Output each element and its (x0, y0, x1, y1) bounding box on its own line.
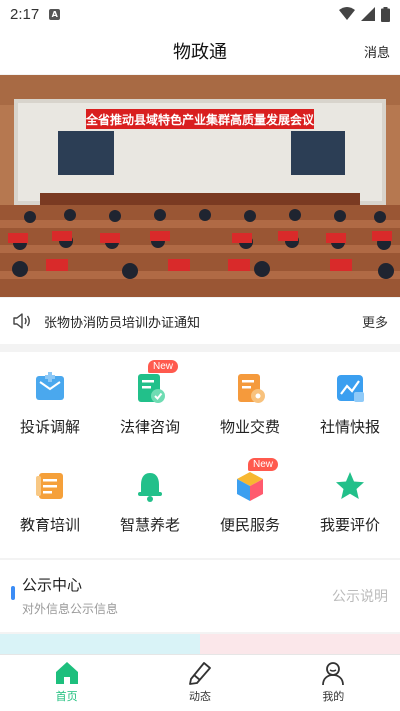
service-label: 法律咨询 (119, 418, 180, 436)
section-marker (11, 586, 15, 600)
card-teaser-right[interactable] (200, 634, 400, 654)
pen-icon (189, 662, 211, 685)
service-grid: 投诉调解 New 法律咨询 物业交费 社情快报 教育培训 智慧养老 New 便民… (0, 352, 400, 558)
service-label: 智慧养老 (119, 516, 180, 534)
service-complaint[interactable]: 投诉调解 (0, 352, 100, 448)
card-teaser-left[interactable] (0, 634, 200, 654)
service-convenience[interactable]: New 便民服务 (200, 450, 300, 546)
star-icon (332, 468, 368, 504)
messages-button[interactable]: 消息 (364, 42, 390, 61)
service-label: 我要评价 (319, 516, 380, 534)
bottom-tab-bar: 首页 动态 我的 (0, 654, 400, 711)
notice-more-link[interactable]: 更多 (362, 312, 388, 331)
banner-headline: 全省推动县域特色产业集群高质量发展会议 (85, 112, 315, 127)
cube-icon: New (232, 458, 279, 504)
section-subtitle: 对外信息公示信息 (22, 602, 119, 616)
banner-carousel[interactable]: 全省推动县域特色产业集群高质量发展会议 (0, 75, 400, 297)
notice-text[interactable]: 张物协消防员培训办证通知 (44, 312, 362, 331)
tab-label: 我的 (322, 690, 345, 703)
battery-icon (381, 6, 390, 22)
service-label: 投诉调解 (19, 418, 80, 436)
service-legal[interactable]: New 法律咨询 (100, 352, 200, 448)
service-label: 物业交费 (219, 418, 280, 436)
service-elderly[interactable]: 智慧养老 (100, 450, 200, 546)
public-notice-section[interactable]: 公示中心 对外信息公示信息 公示说明 (0, 560, 400, 632)
tab-home[interactable]: 首页 (0, 655, 133, 711)
tab-profile[interactable]: 我的 (267, 655, 400, 711)
education-icon (32, 468, 68, 504)
notice-explanation-link[interactable]: 公示说明 (332, 586, 388, 606)
report-icon (332, 370, 368, 406)
home-icon (55, 662, 78, 684)
tab-label: 首页 (55, 690, 78, 703)
page-title: 物政通 (173, 42, 227, 63)
tab-news[interactable]: 动态 (133, 655, 266, 711)
notification-icon: A (49, 8, 61, 20)
legal-icon: New (132, 360, 179, 406)
service-education[interactable]: 教育培训 (0, 450, 100, 546)
user-icon (322, 662, 345, 686)
new-badge: New (148, 360, 179, 373)
service-label: 便民服务 (219, 516, 280, 534)
service-report[interactable]: 社情快报 (300, 352, 400, 448)
bell-icon (132, 468, 168, 504)
wifi-icon (339, 7, 355, 20)
banner-image: 全省推动县域特色产业集群高质量发展会议 (0, 75, 400, 297)
service-rating[interactable]: 我要评价 (300, 450, 400, 546)
section-title: 公示中心 (22, 576, 83, 594)
signal-icon (361, 7, 375, 21)
service-label: 社情快报 (319, 418, 380, 436)
speaker-icon (13, 313, 30, 329)
complaint-icon (32, 370, 68, 406)
status-time: 2:17 (10, 5, 40, 23)
service-payment[interactable]: 物业交费 (200, 352, 300, 448)
payment-icon (232, 370, 268, 406)
new-badge: New (248, 458, 279, 471)
notice-bar[interactable]: 张物协消防员培训办证通知 更多 (0, 298, 400, 344)
status-bar: 2:17 A (0, 0, 400, 28)
service-label: 教育培训 (19, 516, 80, 534)
title-bar: 物政通 消息 (0, 28, 400, 74)
tab-label: 动态 (188, 690, 211, 703)
